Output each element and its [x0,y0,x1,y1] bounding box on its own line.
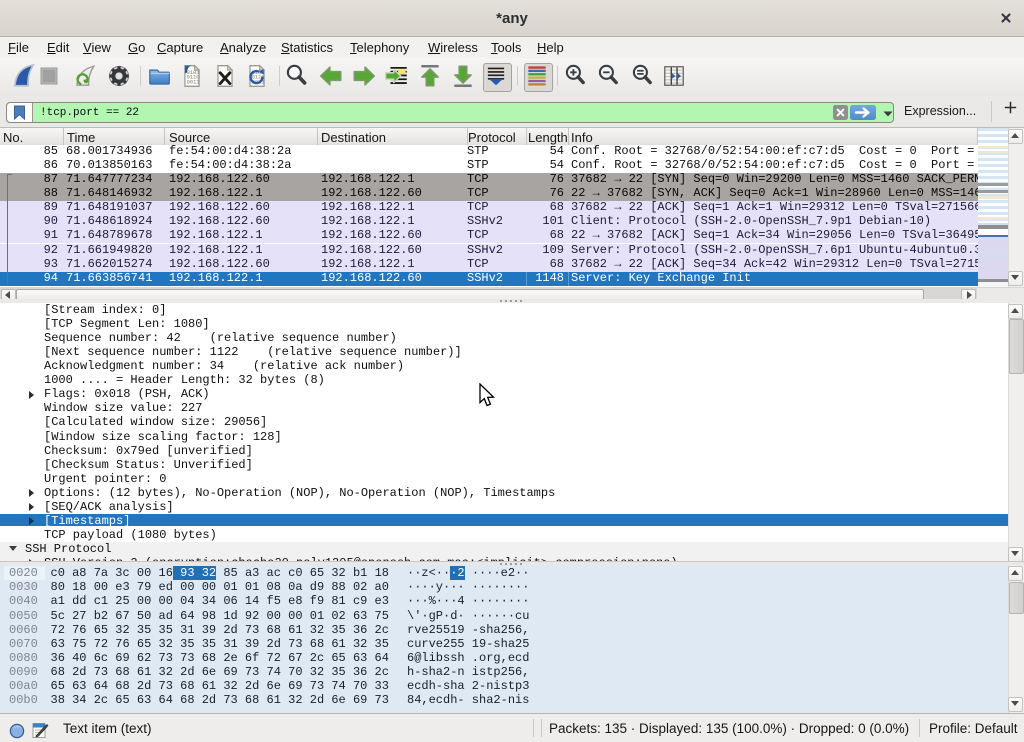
svg-text:0011: 0011 [187,79,200,86]
